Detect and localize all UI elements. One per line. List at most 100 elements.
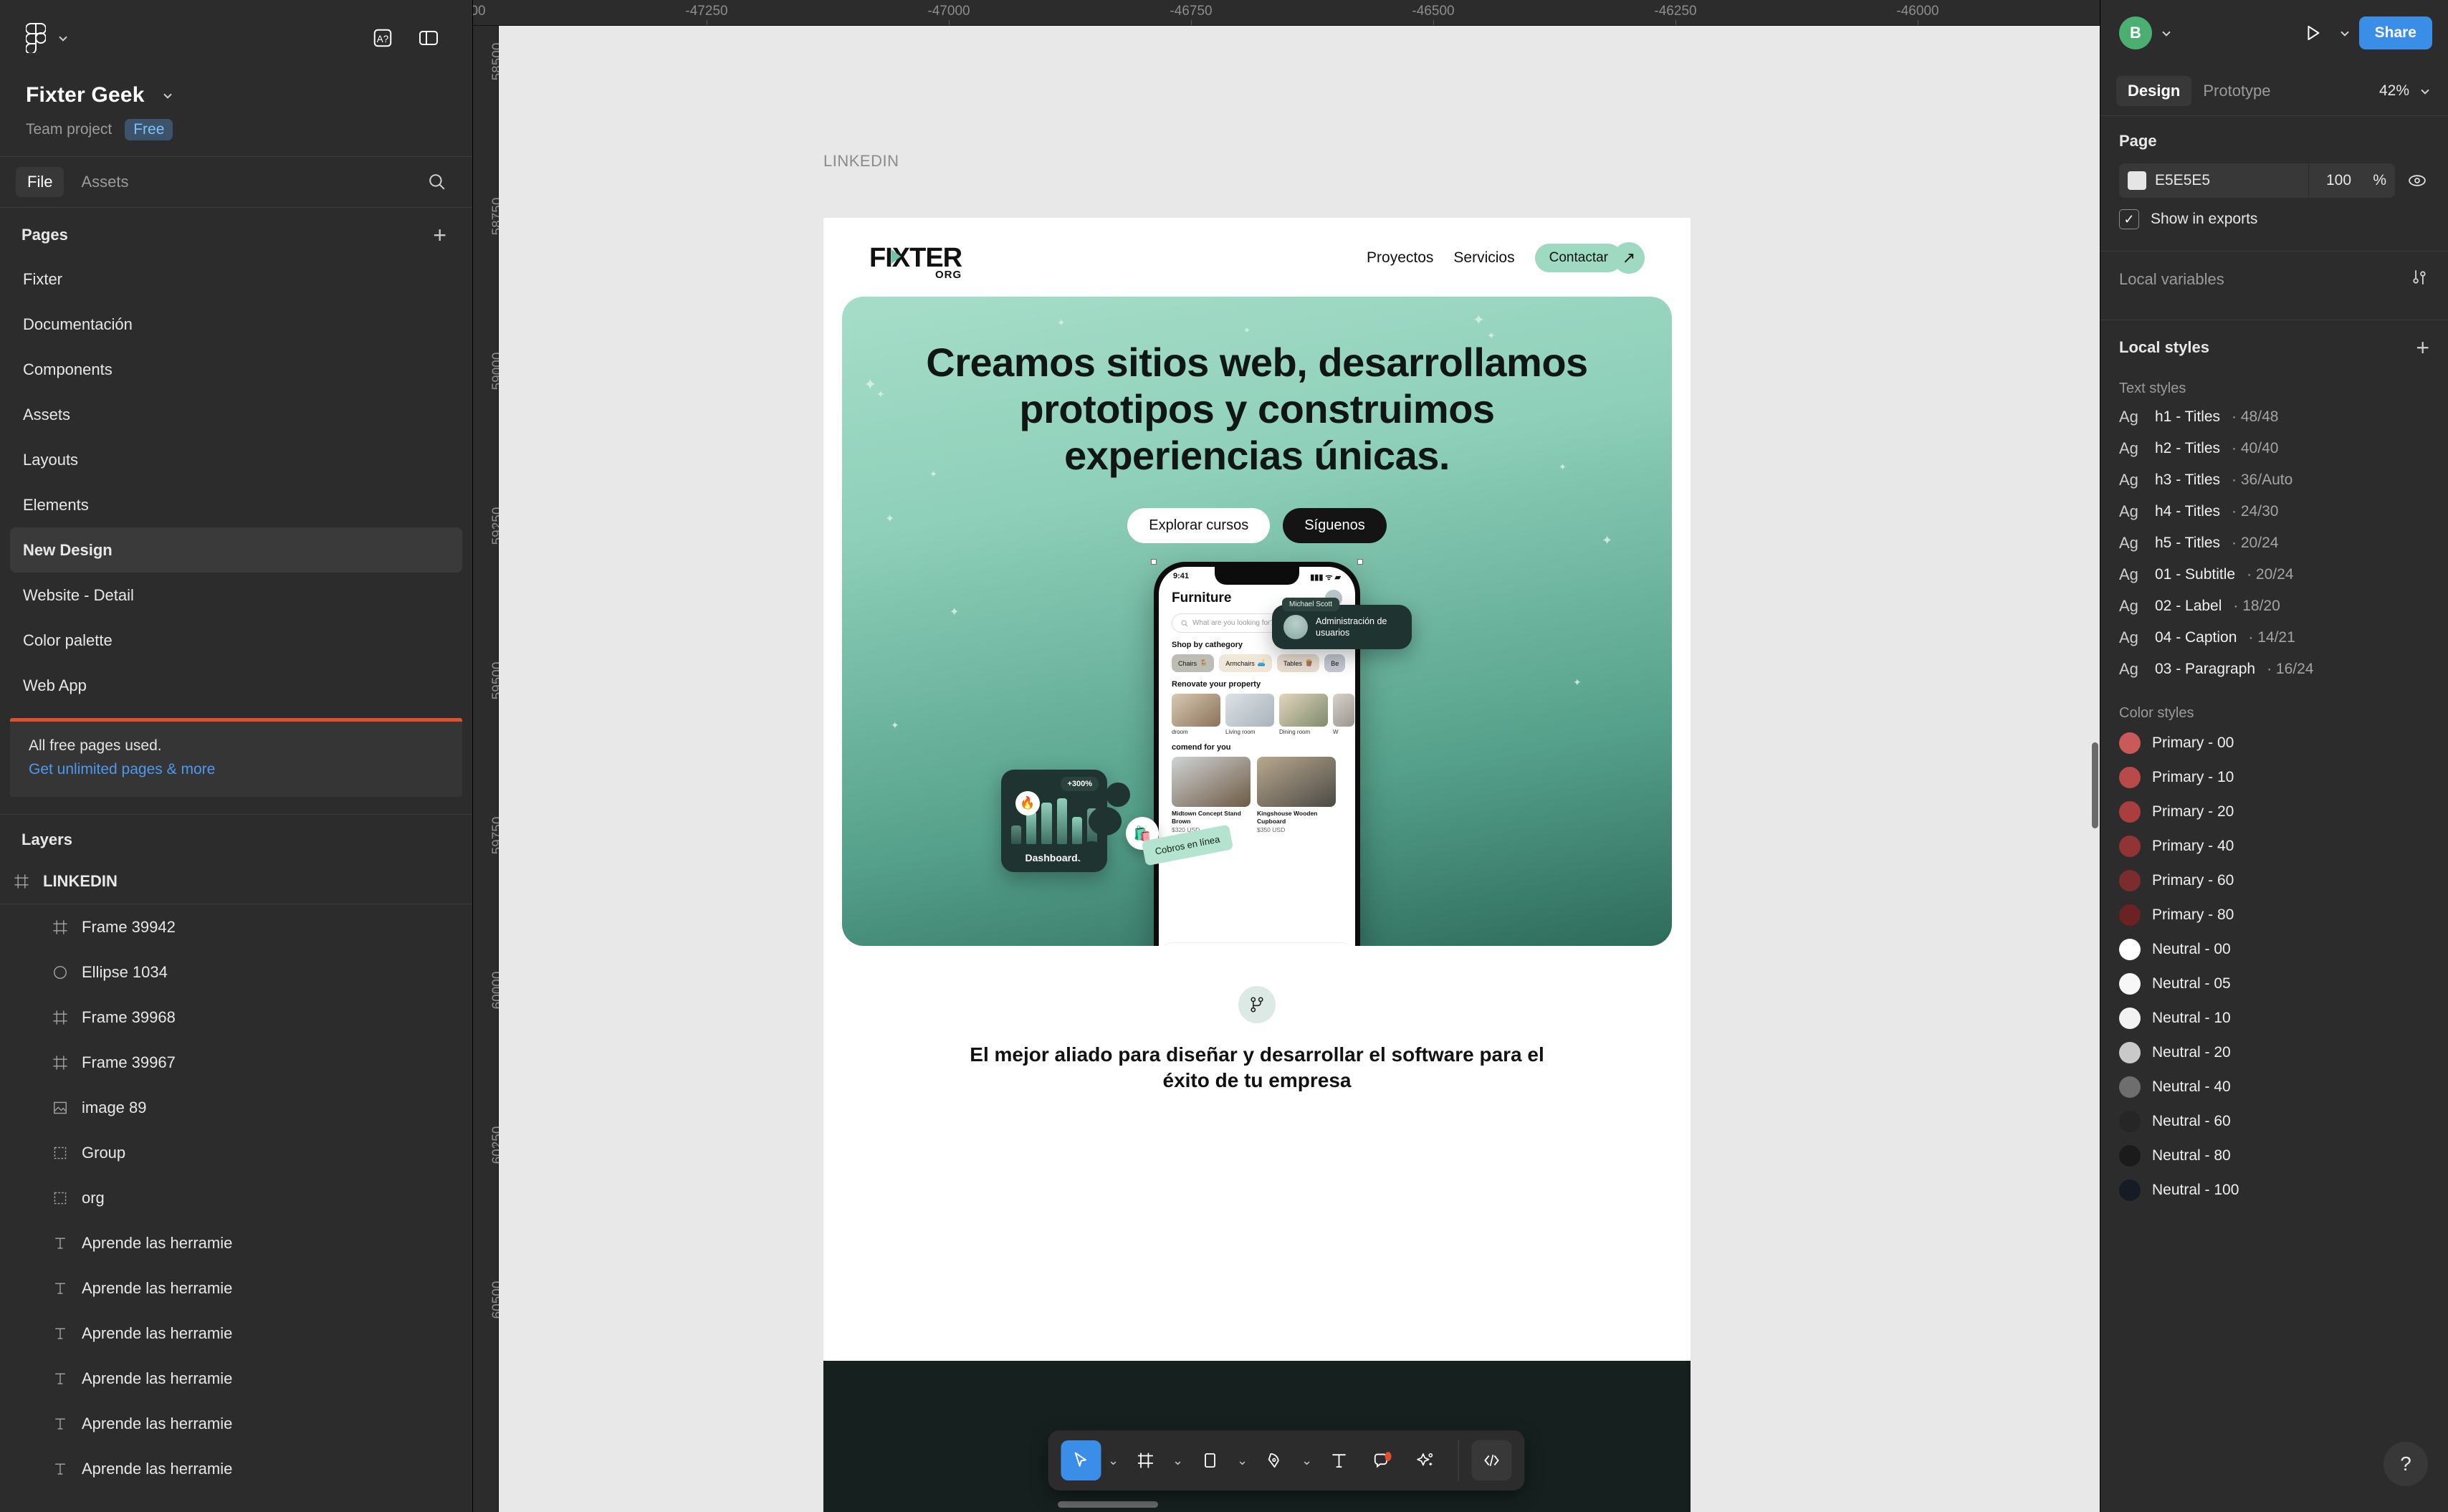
tab-file[interactable]: File	[16, 167, 64, 197]
text-style-row[interactable]: Ag h3 - Titles · 36/Auto	[2100, 464, 2448, 496]
shape-tool[interactable]	[1190, 1440, 1230, 1480]
frame-tool-chevron-icon[interactable]: ⌄	[1169, 1453, 1187, 1468]
page-fill-opacity-field[interactable]: 100 %	[2318, 172, 2395, 189]
text-tool[interactable]	[1319, 1440, 1359, 1480]
share-button[interactable]: Share	[2358, 16, 2432, 49]
help-button[interactable]: ?	[2384, 1442, 2428, 1486]
text-style-row[interactable]: Ag 03 - Paragraph · 16/24	[2100, 654, 2448, 685]
color-style-row[interactable]: Neutral - 80	[2100, 1139, 2448, 1173]
comment-tool[interactable]	[1362, 1440, 1402, 1480]
page-item-documentaci-n[interactable]: Documentación	[10, 302, 462, 347]
avatar[interactable]: B	[2119, 16, 2152, 49]
chip-beds[interactable]: Be	[1324, 654, 1346, 672]
add-style-button[interactable]: +	[2416, 336, 2429, 359]
frame-tool[interactable]	[1126, 1440, 1166, 1480]
layer-row[interactable]: Aprende las herramie	[0, 1220, 472, 1265]
text-style-row[interactable]: Ag h4 - Titles · 24/30	[2100, 496, 2448, 527]
explore-courses-button[interactable]: Explorar cursos	[1127, 507, 1271, 543]
canvas-area[interactable]: -47500 -47250 -47000 -46750 -46500 -46250 -460…	[473, 0, 2100, 1512]
nav-link-servicios[interactable]: Servicios	[1453, 249, 1514, 267]
layer-row[interactable]: Aprende las herramie	[0, 1311, 472, 1356]
upsell-link[interactable]: Get unlimited pages & more	[29, 761, 444, 778]
layer-row[interactable]: Frame 39967	[0, 1040, 472, 1085]
color-style-row[interactable]: Neutral - 40	[2100, 1070, 2448, 1104]
page-item-website-detail[interactable]: Website - Detail	[10, 573, 462, 618]
color-style-row[interactable]: Neutral - 20	[2100, 1035, 2448, 1070]
pen-tool[interactable]	[1255, 1440, 1295, 1480]
move-tool-chevron-icon[interactable]: ⌄	[1104, 1453, 1123, 1468]
nav-link-proyectos[interactable]: Proyectos	[1367, 249, 1433, 267]
layer-row[interactable]: Frame 39968	[0, 995, 472, 1040]
pen-tool-chevron-icon[interactable]: ⌄	[1298, 1453, 1316, 1468]
text-style-row[interactable]: Ag h1 - Titles · 48/48	[2100, 401, 2448, 433]
layer-row[interactable]: Aprende las herramie	[0, 1356, 472, 1401]
collaborators[interactable]: B	[2119, 16, 2174, 49]
text-style-row[interactable]: Ag h2 - Titles · 40/40	[2100, 433, 2448, 464]
actions-tool[interactable]	[1405, 1440, 1445, 1480]
color-style-row[interactable]: Neutral - 00	[2100, 932, 2448, 967]
frame-name-label[interactable]: LINKEDIN	[823, 152, 899, 171]
layer-row[interactable]: org	[0, 1175, 472, 1220]
selection-handle[interactable]	[1357, 559, 1363, 565]
local-variables-row[interactable]: Local variables	[2100, 252, 2448, 307]
figma-logo-icon[interactable]	[26, 23, 46, 53]
page-item-new-design[interactable]: New Design	[10, 527, 462, 573]
product-card[interactable]: Kingshouse Wooden Cupboard $350 USD	[1257, 757, 1336, 833]
contact-cta-label[interactable]: Contactar	[1534, 244, 1622, 272]
page-item-color-palette[interactable]: Color palette	[10, 618, 462, 663]
room-card[interactable]: Living room	[1225, 694, 1274, 735]
show-in-exports-checkbox[interactable]: ✓	[2119, 209, 2139, 229]
file-menu-chevron-icon[interactable]	[161, 88, 175, 102]
color-style-row[interactable]: Primary - 40	[2100, 829, 2448, 863]
tab-assets[interactable]: Assets	[70, 167, 140, 197]
text-style-row[interactable]: Ag 04 - Caption · 14/21	[2100, 622, 2448, 654]
chevron-down-icon[interactable]	[56, 31, 70, 45]
color-style-row[interactable]: Primary - 00	[2100, 726, 2448, 760]
layer-row[interactable]: Frame 39942	[0, 904, 472, 949]
file-name-row[interactable]: Fixter Geek	[26, 83, 446, 107]
page-item-web-app[interactable]: Web App	[10, 663, 462, 708]
tab-design[interactable]: Design	[2116, 75, 2192, 106]
color-style-row[interactable]: Neutral - 60	[2100, 1104, 2448, 1139]
eye-icon[interactable]	[2405, 170, 2429, 191]
layer-row[interactable]: Aprende las herramie	[0, 1265, 472, 1311]
follow-us-button[interactable]: Síguenos	[1283, 507, 1387, 543]
layer-row[interactable]: LINKEDIN	[0, 859, 472, 904]
color-style-row[interactable]: Primary - 10	[2100, 760, 2448, 795]
chip-chairs[interactable]: Chairs 🪑	[1172, 654, 1215, 672]
canvas-body[interactable]: LINKEDIN FIXTER ORG Proyectos Servicios …	[499, 26, 2100, 1512]
layer-row[interactable]: Ellipse 1034	[0, 949, 472, 995]
tab-prototype[interactable]: Prototype	[2191, 76, 2282, 106]
variables-settings-icon[interactable]	[2409, 267, 2429, 291]
arrow-up-right-icon[interactable]: ↗	[1613, 242, 1645, 274]
page-fill-control[interactable]: E5E5E5 100 %	[2119, 163, 2395, 198]
layer-row[interactable]: image 89	[0, 1085, 472, 1130]
page-fill-swatch[interactable]	[2128, 171, 2146, 190]
present-chevron-icon[interactable]	[2338, 26, 2352, 40]
artboard-linkedin[interactable]: FIXTER ORG Proyectos Servicios Contactar…	[823, 218, 1691, 1512]
search-icon[interactable]	[419, 164, 455, 200]
shape-tool-chevron-icon[interactable]: ⌄	[1233, 1453, 1252, 1468]
layer-row[interactable]: Group	[0, 1130, 472, 1175]
color-style-row[interactable]: Primary - 20	[2100, 795, 2448, 829]
layer-row[interactable]: Aprende las herramie	[0, 1446, 472, 1491]
move-tool[interactable]	[1061, 1440, 1101, 1480]
page-item-components[interactable]: Components	[10, 347, 462, 392]
color-style-row[interactable]: Neutral - 10	[2100, 1001, 2448, 1035]
page-item-elements[interactable]: Elements	[10, 482, 462, 527]
page-item-fixter[interactable]: Fixter	[10, 257, 462, 302]
horizontal-scrollbar[interactable]	[1058, 1501, 1158, 1508]
selection-handle[interactable]	[1151, 559, 1157, 565]
add-page-button[interactable]: +	[433, 224, 446, 247]
text-style-row[interactable]: Ag 02 - Label · 18/20	[2100, 590, 2448, 622]
zoom-control[interactable]: 42%	[2379, 82, 2432, 100]
text-style-row[interactable]: Ag h5 - Titles · 20/24	[2100, 527, 2448, 559]
chip-tables[interactable]: Tables 🪵	[1276, 654, 1320, 672]
play-icon[interactable]	[2295, 15, 2330, 51]
room-card[interactable]: W	[1333, 694, 1354, 735]
product-card[interactable]: Midtown Concept Stand Brown $320 USD	[1172, 757, 1251, 833]
font-help-icon[interactable]: A?	[365, 20, 401, 56]
color-style-row[interactable]: Neutral - 05	[2100, 967, 2448, 1001]
plan-badge[interactable]: Free	[125, 119, 173, 140]
dev-mode-tool[interactable]	[1471, 1440, 1512, 1480]
